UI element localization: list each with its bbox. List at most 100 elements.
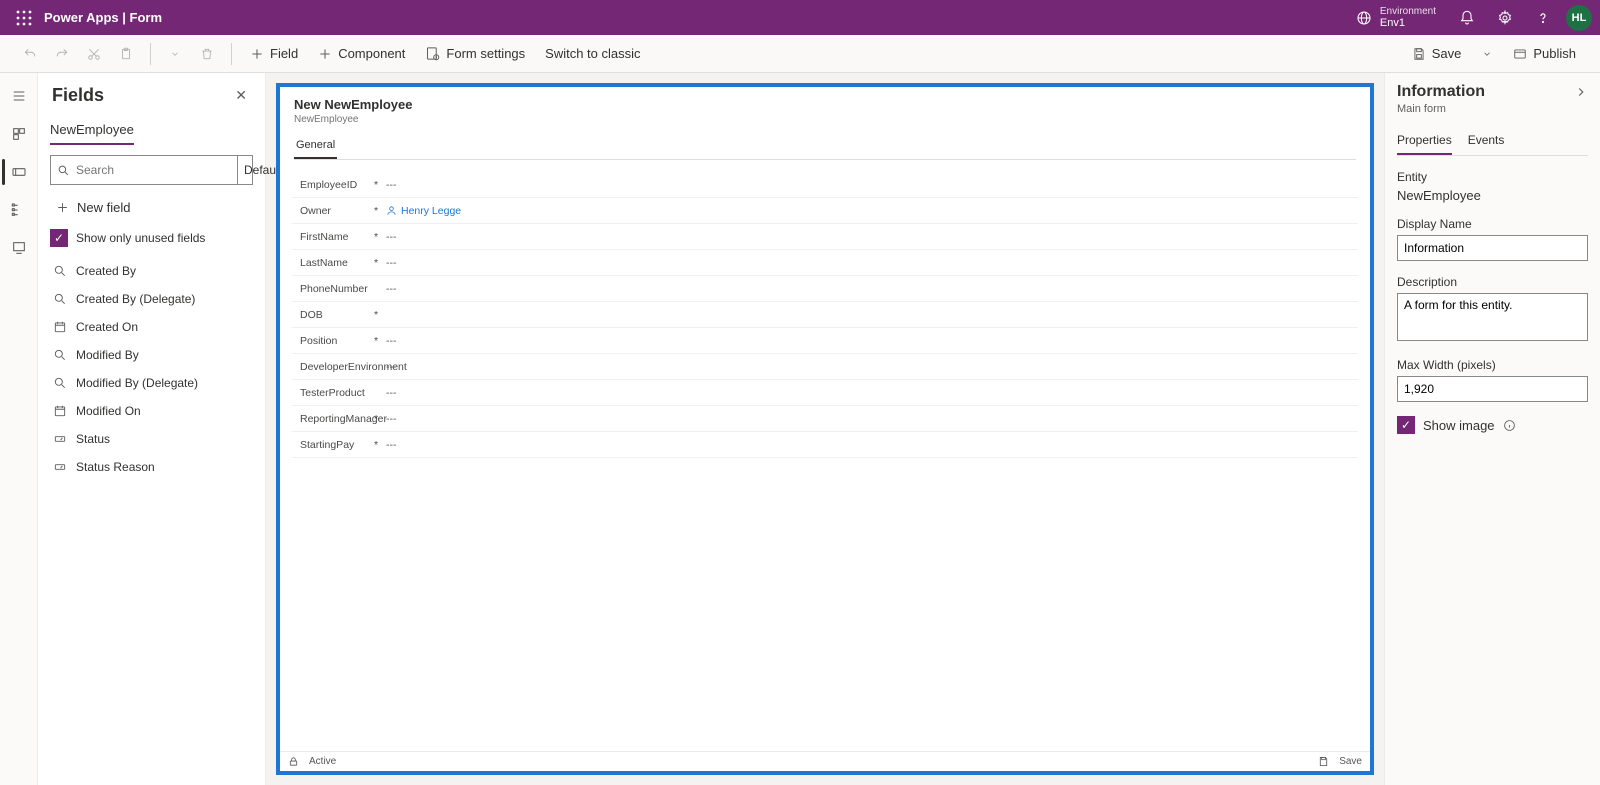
form-field-label: DeveloperEnvironment — [292, 361, 374, 373]
user-avatar[interactable]: HL — [1566, 5, 1592, 31]
form-tab-general[interactable]: General — [294, 135, 337, 159]
redo-button[interactable] — [48, 38, 76, 70]
form-field-label: DOB — [292, 309, 374, 321]
save-split-button[interactable] — [1473, 38, 1501, 70]
add-field-button[interactable]: Field — [242, 38, 306, 70]
add-component-label: Component — [338, 46, 405, 61]
field-list: Created ByCreated By (Delegate) Created O… — [38, 257, 265, 785]
form-field-row[interactable]: ReportingManager*--- — [292, 406, 1358, 432]
props-displayname-input[interactable] — [1397, 235, 1588, 261]
add-field-label: Field — [270, 46, 298, 61]
field-list-item[interactable]: Modified By — [38, 341, 265, 369]
form-field-label: Position — [292, 335, 374, 347]
new-field-button[interactable]: New field — [50, 193, 253, 221]
field-list-item[interactable]: Status Reason — [38, 453, 265, 481]
environment-picker[interactable]: Environment Env1 — [1356, 6, 1436, 29]
field-list-item-label: Status Reason — [76, 460, 155, 474]
props-showimage-label: Show image — [1423, 418, 1495, 433]
form-field-row[interactable]: PhoneNumber--- — [292, 276, 1358, 302]
form-field-row[interactable]: DOB* — [292, 302, 1358, 328]
new-field-label: New field — [77, 200, 130, 215]
switch-classic-button[interactable]: Switch to classic — [537, 38, 648, 70]
gear-icon — [1497, 10, 1513, 26]
form-field-value: --- — [386, 335, 1358, 347]
form-field-label: EmployeeID — [292, 179, 374, 191]
field-type-icon — [52, 375, 68, 391]
field-list-item[interactable]: Status — [38, 425, 265, 453]
props-tab-properties[interactable]: Properties — [1397, 127, 1452, 155]
rail-library[interactable] — [2, 231, 36, 265]
form-canvas-selected[interactable]: New NewEmployee NewEmployee General Empl… — [276, 83, 1374, 775]
delete-button[interactable] — [193, 38, 221, 70]
form-field-value: --- — [386, 283, 1358, 295]
properties-panel: Information Main form Properties Events … — [1384, 73, 1600, 785]
field-list-item[interactable]: Modified By (Delegate) — [38, 369, 265, 397]
show-unused-toggle[interactable]: ✓ Show only unused fields — [46, 225, 257, 251]
form-field-row[interactable]: Owner*Henry Legge — [292, 198, 1358, 224]
help-icon — [1535, 10, 1551, 26]
info-icon — [1503, 419, 1516, 432]
notifications-button[interactable] — [1448, 2, 1486, 34]
plus-icon — [56, 201, 69, 214]
add-component-button[interactable]: Component — [310, 38, 413, 70]
field-list-item[interactable]: Modified On — [38, 397, 265, 425]
props-maxwidth-label: Max Width (pixels) — [1397, 358, 1588, 372]
undo-button[interactable] — [16, 38, 44, 70]
rail-tree[interactable] — [2, 193, 36, 227]
field-list-item-label: Created On — [76, 320, 138, 334]
rail-fields[interactable] — [2, 155, 36, 189]
form-field-label: TesterProduct — [292, 387, 374, 399]
form-body[interactable]: EmployeeID*---Owner*Henry LeggeFirstName… — [292, 172, 1358, 751]
save-button[interactable]: Save — [1404, 38, 1470, 70]
chevron-right-icon[interactable] — [1574, 85, 1588, 99]
form-field-row[interactable]: LastName*--- — [292, 250, 1358, 276]
more-paste-button[interactable] — [161, 38, 189, 70]
form-field-row[interactable]: DeveloperEnvironment--- — [292, 354, 1358, 380]
form-field-label: FirstName — [292, 231, 374, 243]
props-maxwidth-input[interactable] — [1397, 376, 1588, 402]
rail-components[interactable] — [2, 117, 36, 151]
form-tab-bar: General — [294, 135, 1356, 160]
fields-entity-tab[interactable]: NewEmployee — [50, 118, 134, 145]
form-field-row[interactable]: EmployeeID*--- — [292, 172, 1358, 198]
paste-button[interactable] — [112, 38, 140, 70]
props-showimage-toggle[interactable]: ✓ Show image — [1397, 416, 1588, 434]
rail-hamburger[interactable] — [2, 79, 36, 113]
field-list-item[interactable]: Created By (Delegate) — [38, 285, 265, 313]
form-field-row[interactable]: Position*--- — [292, 328, 1358, 354]
lock-icon — [288, 756, 299, 767]
field-list-item[interactable]: Created By — [38, 257, 265, 285]
help-button[interactable] — [1524, 2, 1562, 34]
plus-icon — [250, 47, 264, 61]
fields-panel-close[interactable]: ✕ — [231, 83, 251, 108]
field-list-item[interactable]: Created On — [38, 313, 265, 341]
form-footer-status: Active — [309, 756, 336, 767]
form-settings-icon — [425, 46, 440, 61]
form-settings-label: Form settings — [446, 46, 525, 61]
plus-icon — [318, 47, 332, 61]
app-title: Power Apps | Form — [40, 10, 162, 25]
form-field-label: LastName — [292, 257, 374, 269]
publish-label: Publish — [1533, 46, 1576, 61]
publish-button[interactable]: Publish — [1505, 38, 1584, 70]
command-bar: Field Component Form settings Switch to … — [0, 35, 1600, 73]
props-tab-events[interactable]: Events — [1468, 127, 1505, 155]
form-field-value: --- — [386, 231, 1358, 243]
fields-search-row: Default — [50, 155, 253, 185]
settings-button[interactable] — [1486, 2, 1524, 34]
checkbox-checked-icon: ✓ — [1397, 416, 1415, 434]
form-field-required: * — [374, 309, 386, 321]
fields-panel: Fields ✕ NewEmployee Default New field ✓… — [38, 73, 266, 785]
form-settings-button[interactable]: Form settings — [417, 38, 533, 70]
props-description-input[interactable] — [1397, 293, 1588, 341]
show-unused-label: Show only unused fields — [76, 231, 205, 245]
cut-button[interactable] — [80, 38, 108, 70]
form-field-value: Henry Legge — [386, 205, 1358, 217]
form-field-row[interactable]: FirstName*--- — [292, 224, 1358, 250]
field-list-item-label: Modified On — [76, 404, 141, 418]
props-displayname-label: Display Name — [1397, 217, 1588, 231]
form-field-row[interactable]: StartingPay*--- — [292, 432, 1358, 458]
app-launcher-button[interactable] — [8, 2, 40, 34]
fields-search-input[interactable] — [76, 163, 231, 177]
form-field-row[interactable]: TesterProduct--- — [292, 380, 1358, 406]
